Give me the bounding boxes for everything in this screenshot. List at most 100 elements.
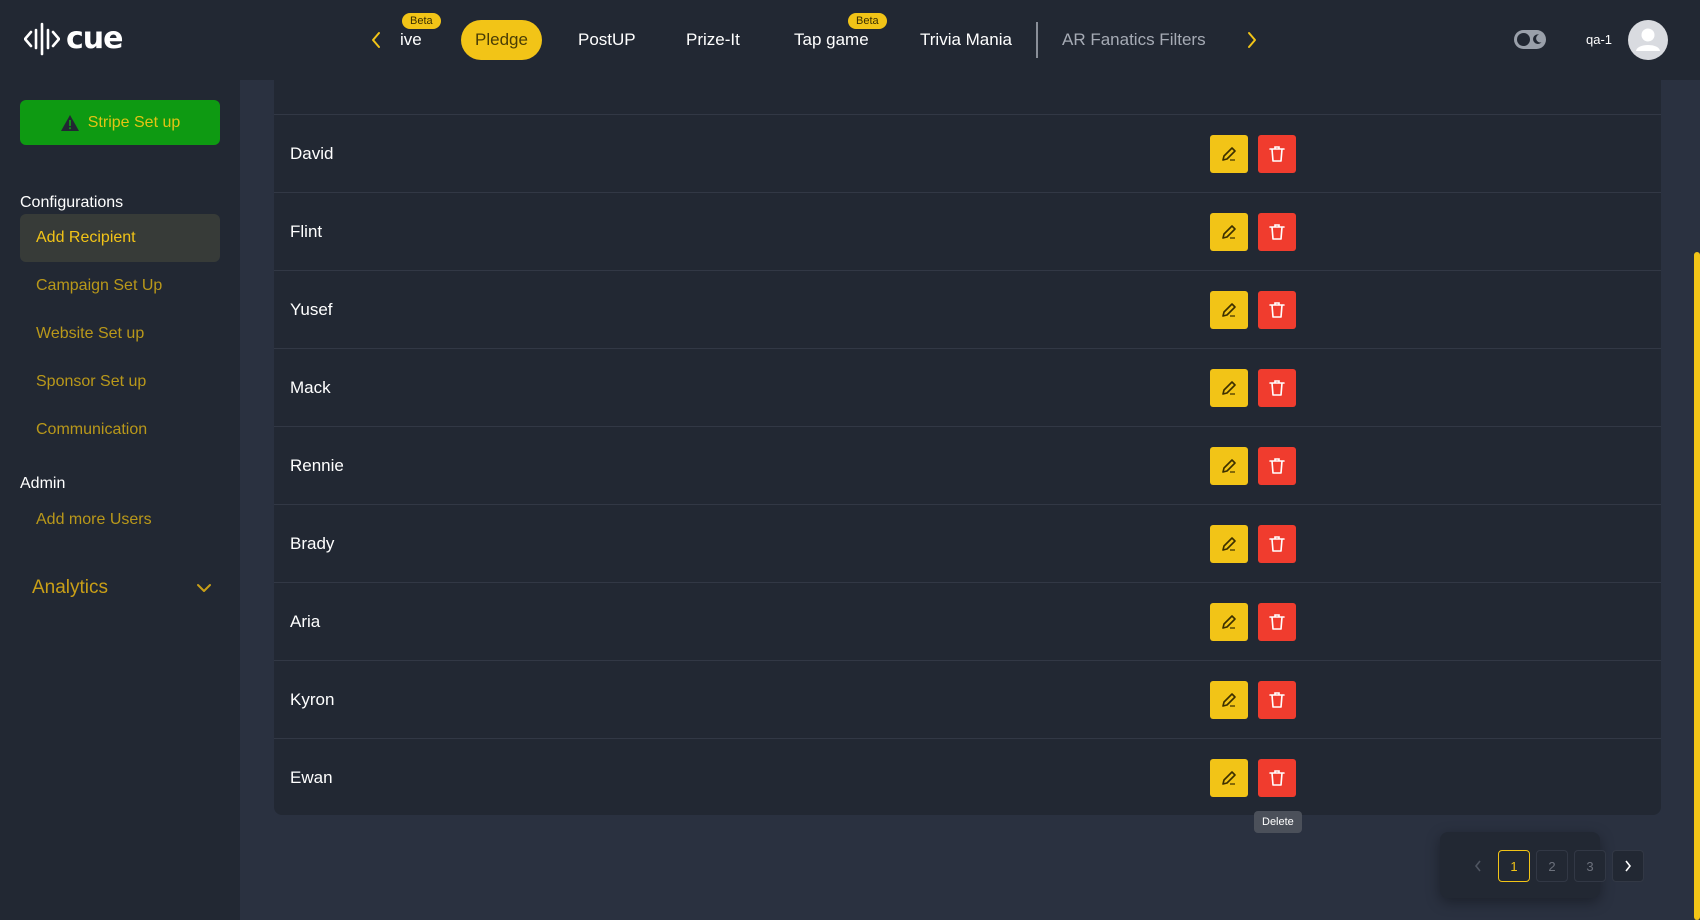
toggle-knob [1517,33,1530,46]
tab-prize-it[interactable]: Prize-It [686,20,740,60]
scrollbar-thumb[interactable] [1694,252,1700,920]
table-row: Flint [274,192,1661,270]
recipient-name: Kyron [290,690,335,709]
table-row: Kyron [274,660,1661,738]
pencil-icon [1222,615,1236,629]
chevron-right-icon [1625,860,1632,872]
edit-button[interactable] [1210,135,1248,173]
trash-icon [1269,692,1285,708]
chevron-right-icon [1248,32,1256,48]
recipient-name: Yusef [290,300,333,319]
pencil-icon [1222,225,1236,239]
stripe-setup-button[interactable]: Stripe Set up [20,100,220,145]
tab-ar-fanatics-filters[interactable]: AR Fanatics Filters [1062,20,1206,60]
recipient-name: Brady [290,534,335,553]
warning-icon [60,114,79,131]
sidebar-item-sponsor-setup[interactable]: Sponsor Set up [20,358,220,406]
theme-toggle[interactable] [1514,30,1546,49]
edit-button[interactable] [1210,369,1248,407]
trash-icon [1269,458,1285,474]
table-row: Mack [274,348,1661,426]
trash-icon [1269,146,1285,162]
table-row: Ewan [274,738,1661,816]
edit-button[interactable] [1210,447,1248,485]
sidebar-item-communication[interactable]: Communication [20,406,220,454]
logo-text: cue [66,21,123,56]
next-page-button[interactable] [1612,850,1644,882]
edit-button[interactable] [1210,681,1248,719]
tab-label: Prize-It [686,30,740,49]
tab-live[interactable]: ive Beta [400,13,441,60]
beta-badge: Beta [402,13,441,29]
recipient-name: David [290,144,334,163]
delete-button[interactable] [1258,525,1296,563]
sidebar-item-website-setup[interactable]: Website Set up [20,310,220,358]
page-button-1[interactable]: 1 [1498,850,1530,882]
recipient-name: Flint [290,222,323,241]
prev-page-button[interactable] [1462,850,1494,882]
trash-icon [1269,224,1285,240]
recipient-name: Mack [290,378,331,397]
nav-next-button[interactable] [1240,26,1264,54]
pencil-icon [1222,147,1236,161]
delete-button[interactable] [1258,447,1296,485]
analytics-dropdown[interactable]: Analytics [32,577,212,599]
pencil-icon [1222,771,1236,785]
logo-mark-icon [24,22,60,56]
edit-button[interactable] [1210,525,1248,563]
sidebar: Stripe Set up Configurations Add Recipie… [0,80,240,920]
tab-trivia-mania[interactable]: Trivia Mania [920,20,1012,60]
delete-button[interactable] [1258,135,1296,173]
delete-button[interactable] [1258,291,1296,329]
avatar[interactable] [1628,20,1668,60]
configurations-heading: Configurations [20,194,124,211]
sidebar-item-label: Communication [36,421,148,438]
pencil-icon [1222,303,1236,317]
recipient-name: Ewan [290,768,333,787]
sidebar-item-add-recipient[interactable]: Add Recipient [20,214,220,262]
delete-button[interactable] [1258,603,1296,641]
delete-button[interactable] [1258,759,1296,797]
tab-tap-game[interactable]: Tap game Beta [794,13,887,60]
delete-tooltip: Delete [1254,811,1302,833]
nav-prev-button[interactable] [364,26,388,54]
logo[interactable]: cue [24,22,123,56]
trash-icon [1269,536,1285,552]
table-row: Yusef [274,270,1661,348]
stripe-setup-label: Stripe Set up [87,113,181,131]
sidebar-item-label: Website Set up [36,325,145,342]
page-button-2[interactable]: 2 [1536,850,1568,882]
table-row: Brady [274,504,1661,582]
user-name: qa-1 [1586,32,1613,47]
edit-button[interactable] [1210,603,1248,641]
edit-button[interactable] [1210,759,1248,797]
sidebar-item-label: Campaign Set Up [36,277,163,294]
page-button-3[interactable]: 3 [1574,850,1606,882]
delete-button[interactable] [1258,369,1296,407]
edit-button[interactable] [1210,291,1248,329]
top-header: cue ive Beta Pledge PostUP Prize-It Tap … [0,0,1700,80]
table-row: David [274,114,1661,192]
sidebar-item-label: Add Recipient [36,229,136,246]
pencil-icon [1222,459,1236,473]
trash-icon [1269,770,1285,786]
delete-button[interactable] [1258,213,1296,251]
sidebar-item-label: Add more Users [36,511,152,528]
recipient-table: David Flint Yusef Mack Rennie Brady Aria Kyron E… [274,0,1661,815]
trash-icon [1269,302,1285,318]
edit-button[interactable] [1210,213,1248,251]
chevron-down-icon [197,584,211,592]
sidebar-item-add-more-users[interactable]: Add more Users [20,496,220,544]
tab-postup[interactable]: PostUP [578,20,636,60]
chevron-left-icon [1474,860,1481,872]
sidebar-item-campaign-setup[interactable]: Campaign Set Up [20,262,220,310]
table-row: Rennie [274,426,1661,504]
pencil-icon [1222,537,1236,551]
trash-icon [1269,380,1285,396]
analytics-label: Analytics [32,577,109,598]
pencil-icon [1222,693,1236,707]
tab-label: Pledge [475,30,528,49]
tab-pledge[interactable]: Pledge [461,20,542,60]
delete-button[interactable] [1258,681,1296,719]
moon-icon [1533,34,1542,44]
